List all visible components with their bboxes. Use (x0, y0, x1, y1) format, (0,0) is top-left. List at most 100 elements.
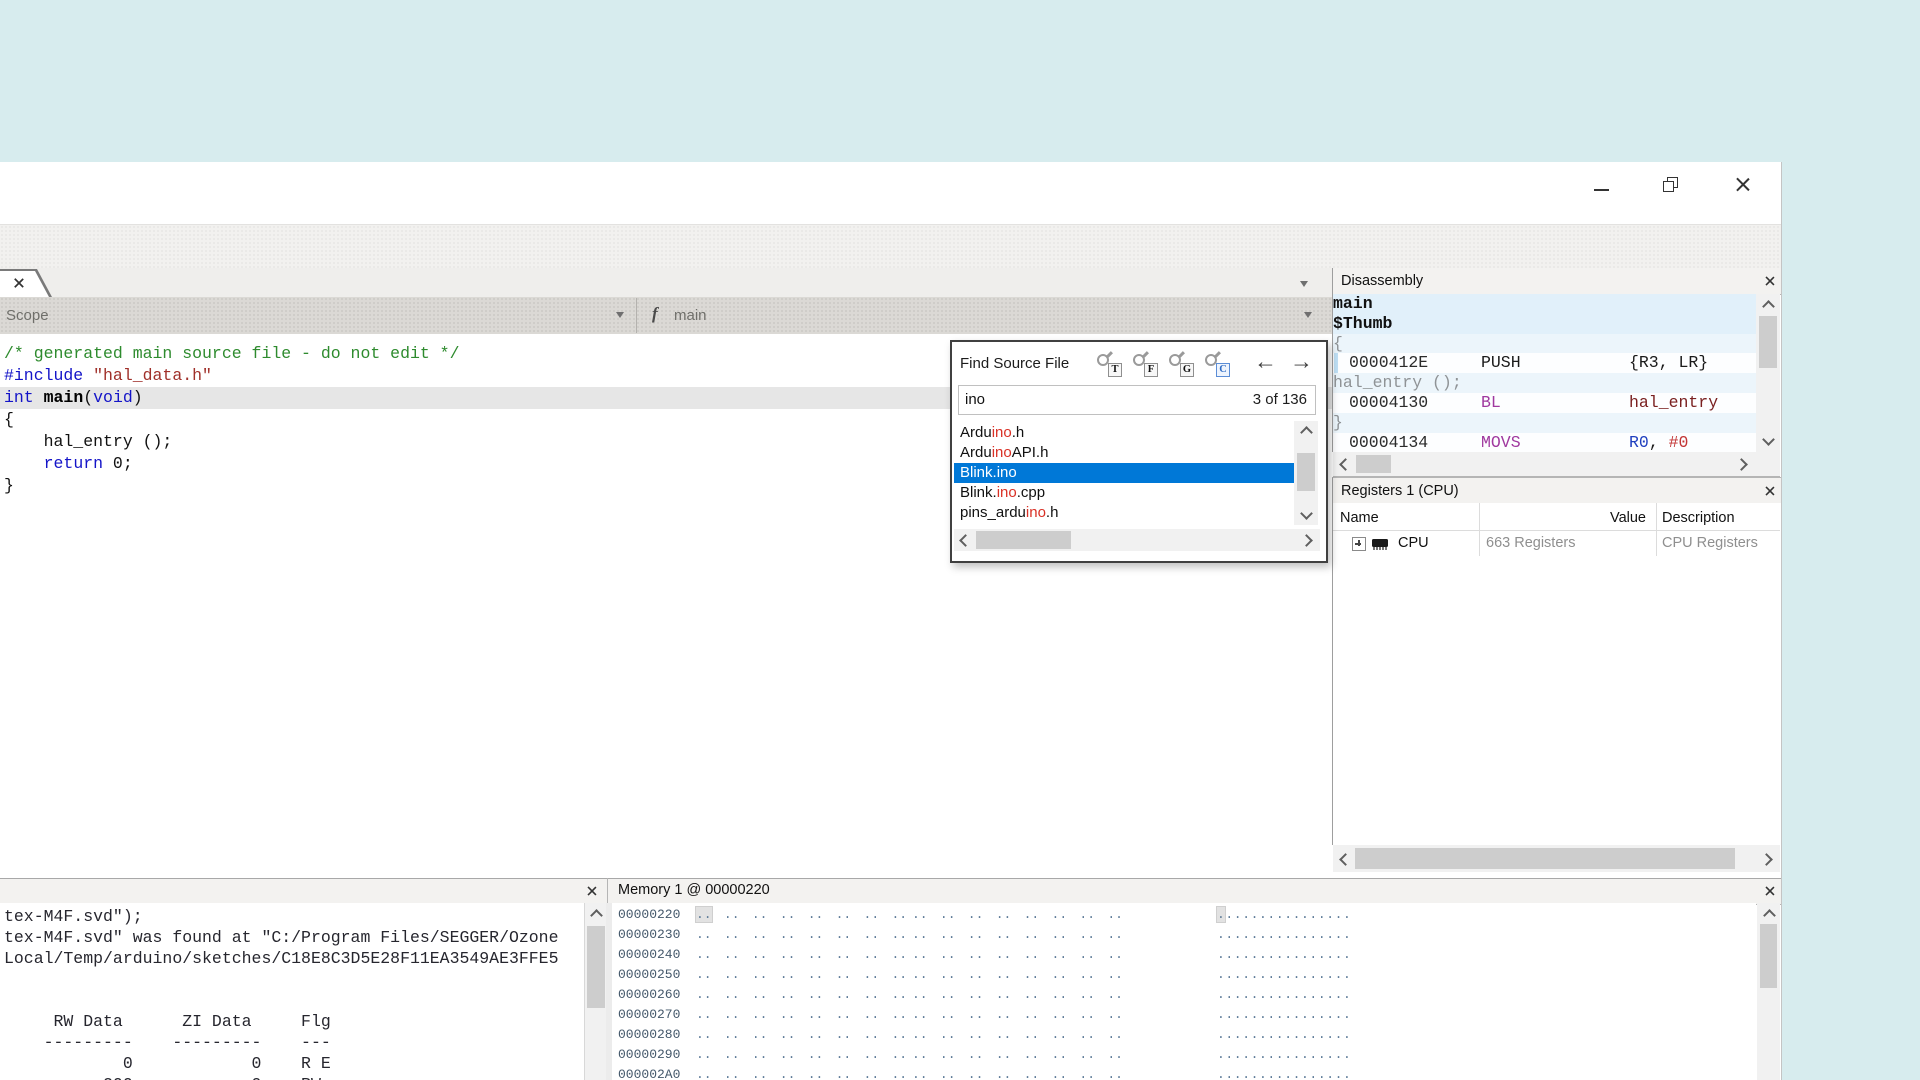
scroll-left-icon[interactable] (959, 534, 972, 547)
find-result-item[interactable]: Blink.ino (954, 463, 1294, 483)
scroll-up-icon[interactable] (1763, 909, 1776, 922)
instruction-operands: hal_entry (1629, 393, 1718, 413)
disassembly-row: 0000412EPUSH{R3, LR} (1333, 353, 1757, 373)
find-dialog-title: Find Source File (960, 355, 1069, 372)
scroll-up-icon[interactable] (590, 909, 603, 922)
disassembly-vscrollbar[interactable] (1756, 294, 1780, 452)
disassembly-source-line: } (1333, 413, 1343, 432)
memory-row: 00000240.. .. .. .. .. .. .. .... .. .. … (612, 945, 1756, 965)
memory-ascii: ................ (1217, 945, 1351, 965)
cpu-chip-icon (1371, 538, 1391, 551)
memory-address: 00000280 (618, 1025, 680, 1045)
search-filter-c-icon[interactable]: C (1204, 351, 1230, 377)
search-filter-f-icon[interactable]: F (1132, 351, 1158, 377)
editor-tab-bar (0, 268, 1332, 298)
instruction-address: 00004130 (1349, 393, 1428, 413)
back-arrow-icon[interactable]: ← (1254, 350, 1277, 372)
forward-arrow-icon[interactable]: → (1290, 350, 1313, 372)
find-result-item[interactable]: Arduino.h (954, 423, 1294, 443)
restore-icon[interactable] (1663, 177, 1678, 192)
find-result-item[interactable]: pins_arduino.h (954, 503, 1294, 523)
scroll-right-icon[interactable] (1735, 458, 1748, 471)
memory-panel[interactable]: 00000220.. .. .. .. .. .. .. .... .. .. … (612, 903, 1756, 1080)
search-filter-g-icon[interactable]: G (1168, 351, 1194, 377)
code-line: #include "hal_data.h" (4, 365, 212, 387)
minimize-icon[interactable] (1594, 189, 1609, 191)
memory-hex-bytes: .. .. .. .. .. .. .. .. (696, 1065, 907, 1080)
disassembly-panel-title: Disassembly (1341, 273, 1423, 289)
find-source-file-dialog: Find Source File TFGC ← → ino 3 of 136 A… (950, 340, 1328, 563)
scroll-left-icon[interactable] (1339, 853, 1352, 866)
search-filter-t-icon[interactable]: T (1096, 351, 1122, 377)
registers-panel-title: Registers 1 (CPU) (1341, 483, 1459, 499)
registers-hscroll-thumb[interactable] (1355, 848, 1735, 869)
console-close-icon[interactable] (587, 886, 597, 896)
memory-hex-bytes: .. .. .. .. .. .. .. .. (696, 985, 907, 1005)
expand-plus-icon[interactable] (1352, 537, 1366, 551)
memory-hex-bytes: .. .. .. .. .. .. .. .. (696, 965, 907, 985)
disassembly-vscroll-thumb[interactable] (1759, 316, 1777, 368)
find-result-item[interactable]: ArduinoAPI.h (954, 443, 1294, 463)
close-icon[interactable] (1735, 177, 1750, 192)
disassembly-row: { (1333, 334, 1757, 354)
find-match-count: 3 of 136 (1253, 391, 1307, 408)
function-combo-label[interactable]: main (674, 307, 707, 324)
registers-col-name[interactable]: Name (1340, 510, 1379, 526)
instruction-mnemonic: BL (1481, 393, 1501, 413)
find-result-item[interactable]: Blink.ino.cpp (954, 483, 1294, 503)
scope-combo-chevron-down-icon[interactable] (616, 312, 624, 318)
memory-vscroll-thumb[interactable] (1760, 924, 1777, 988)
scroll-up-icon[interactable] (1762, 300, 1775, 313)
scroll-down-icon[interactable] (1762, 433, 1775, 446)
console-vscroll-thumb[interactable] (587, 926, 605, 1008)
tab-list-chevron-down-icon[interactable] (1300, 281, 1308, 287)
memory-ascii: ................ (1217, 905, 1351, 925)
find-list-hscrollbar[interactable] (954, 529, 1320, 551)
memory-ascii: ................ (1217, 925, 1351, 945)
code-line: hal_entry (); (4, 431, 172, 453)
scroll-down-icon[interactable] (1300, 507, 1313, 520)
memory-row: 00000290.. .. .. .. .. .. .. .... .. .. … (612, 1045, 1756, 1065)
disassembly-panel-titlebar: Disassembly (1332, 268, 1781, 295)
registers-col-value[interactable]: Value (1486, 510, 1646, 526)
scroll-right-icon[interactable] (1300, 534, 1313, 547)
disassembly-symbol: main (1333, 294, 1373, 313)
code-line: int main(void) (4, 387, 143, 409)
register-row-name[interactable]: CPU (1398, 535, 1429, 551)
disassembly-hscroll-thumb[interactable] (1356, 455, 1391, 473)
memory-hex-bytes: .. .. .. .. .. .. .. .. (912, 925, 1123, 945)
function-combo-chevron-down-icon[interactable] (1304, 312, 1312, 318)
find-search-input[interactable]: ino 3 of 136 (958, 385, 1316, 415)
disassembly-body[interactable]: main$Thumb{0000412EPUSH{R3, LR} hal_entry… (1332, 294, 1757, 452)
find-list-vscrollbar[interactable] (1294, 421, 1318, 525)
find-results-list: Arduino.hArduinoAPI.hBlink.inoBlink.ino.… (954, 421, 1294, 525)
code-line: return 0; (4, 453, 133, 475)
register-row-value: 663 Registers (1486, 535, 1575, 551)
window-titlebar (0, 162, 1781, 224)
console-vscrollbar[interactable] (584, 903, 607, 1080)
memory-row: 00000280.. .. .. .. .. .. .. .... .. .. … (612, 1025, 1756, 1045)
memory-ascii: ................ (1217, 1025, 1351, 1045)
code-line: /* generated main source file - do not e… (4, 343, 459, 365)
scope-bar (0, 297, 1332, 335)
window-minimize-button[interactable] (1578, 168, 1624, 208)
tab-close-icon[interactable] (14, 278, 24, 288)
find-list-hscroll-thumb[interactable] (976, 531, 1071, 549)
scroll-right-icon[interactable] (1760, 853, 1773, 866)
registers-hscrollbar[interactable] (1333, 845, 1780, 872)
registers-body (1332, 503, 1781, 845)
disassembly-close-icon[interactable] (1765, 276, 1775, 286)
disassembly-hscrollbar[interactable] (1333, 452, 1756, 477)
registers-col-description[interactable]: Description (1662, 510, 1735, 526)
scope-combo-label[interactable]: Scope (6, 307, 49, 324)
registers-close-icon[interactable] (1765, 486, 1775, 496)
disassembly-symbol: $Thumb (1333, 314, 1392, 333)
code-line: } (4, 475, 14, 497)
scroll-up-icon[interactable] (1300, 426, 1313, 439)
memory-hex-bytes: .. .. .. .. .. .. .. .. (912, 1025, 1123, 1045)
disassembly-row: main (1333, 294, 1757, 314)
scroll-left-icon[interactable] (1339, 458, 1352, 471)
find-list-vscroll-thumb[interactable] (1297, 453, 1315, 491)
memory-close-icon[interactable] (1765, 886, 1775, 896)
memory-vscrollbar[interactable] (1757, 903, 1780, 1080)
